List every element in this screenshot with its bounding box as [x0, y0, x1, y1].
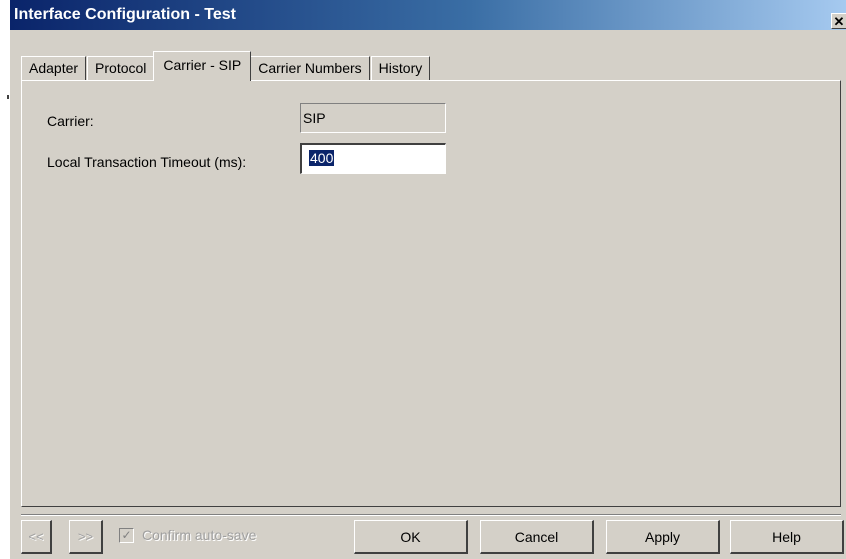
help-button[interactable]: Help — [730, 520, 844, 554]
tab-carrier-sip[interactable]: Carrier - SIP — [153, 51, 252, 81]
timeout-label: Local Transaction Timeout (ms): — [47, 154, 247, 170]
apply-button[interactable]: Apply — [606, 520, 720, 554]
tab-history[interactable]: History — [370, 56, 431, 81]
tab-adapter[interactable]: Adapter — [21, 56, 87, 81]
close-icon: ✕ — [833, 13, 845, 29]
window-title: Interface Configuration - Test — [14, 6, 236, 23]
next-button[interactable]: >> — [69, 520, 103, 554]
timeout-value: 400 — [309, 150, 335, 166]
timeout-input[interactable]: 400 — [300, 143, 446, 174]
title-bar[interactable]: Interface Configuration - Test ✕ — [10, 0, 846, 30]
autosave-label: Confirm auto-save — [142, 527, 257, 543]
confirm-autosave-checkbox[interactable]: ✓ Confirm auto-save — [119, 527, 256, 543]
tab-panel-carrier-sip: Carrier: SIP Local Transaction Timeout (… — [21, 80, 841, 507]
previous-button[interactable]: << — [21, 520, 52, 554]
carrier-field: SIP — [300, 103, 446, 133]
checkmark-icon: ✓ — [121, 527, 132, 542]
checkbox-box[interactable]: ✓ — [119, 527, 134, 543]
ok-button[interactable]: OK — [354, 520, 468, 554]
carrier-label: Carrier: — [47, 113, 94, 129]
tab-strip: Adapter Protocol Carrier - SIP Carrier N… — [21, 51, 431, 81]
interface-configuration-dialog: Interface Configuration - Test ✕ Adapter… — [9, 0, 846, 559]
close-button[interactable]: ✕ — [831, 13, 846, 29]
tab-protocol[interactable]: Protocol — [87, 56, 155, 81]
footer-divider — [21, 514, 841, 516]
tab-carrier-numbers[interactable]: Carrier Numbers — [250, 56, 370, 81]
cancel-button[interactable]: Cancel — [480, 520, 594, 554]
